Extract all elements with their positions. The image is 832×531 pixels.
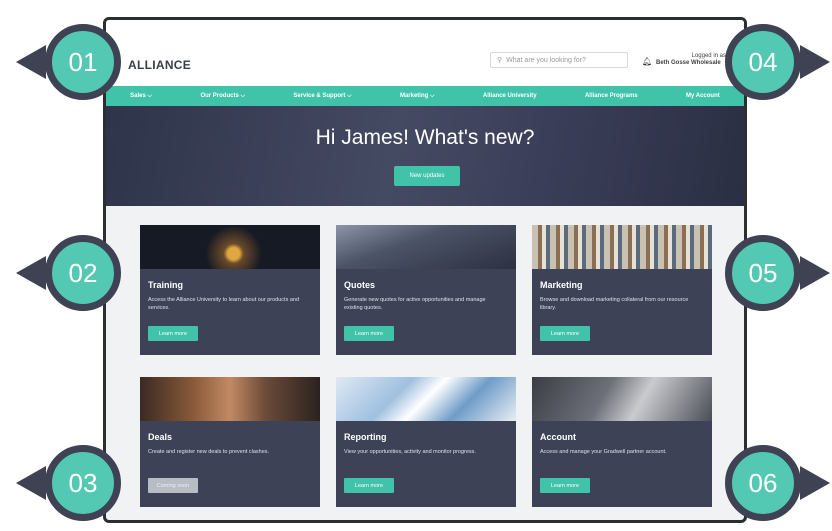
callout-number: 01 [45,24,121,100]
callout-number: 05 [725,235,801,311]
card-desc: Create and register new deals to prevent… [148,449,270,455]
nav-item-sales[interactable]: Sales ⌵ [130,93,152,100]
search-input[interactable]: ⚲ What are you looking for? [490,52,628,68]
callout-05: 05 [718,228,830,318]
card-desc: Generate new quotes for active opportuni… [344,297,486,311]
card-title: Marketing [540,280,583,290]
card-marketing: Marketing Browse and download marketing … [532,225,712,355]
callout-arrow-left-icon [16,466,46,500]
callout-number: 06 [725,445,801,521]
callout-arrow-right-icon [800,45,830,79]
card-title: Quotes [344,280,376,290]
main-nav: Sales ⌵ Our Products ⌵ Service & Support… [106,86,744,106]
calculator-image [336,225,516,269]
card-desc: Browse and download marketing collateral… [540,297,689,311]
search-placeholder: What are you looking for? [506,56,586,64]
callout-number: 02 [45,235,121,311]
learn-more-button[interactable]: Learn more [344,326,394,341]
card-training: Training Access the Alliance University … [140,225,320,355]
alliance-logo[interactable]: ALLIANCE [128,58,191,72]
card-title: Reporting [344,432,387,442]
learn-more-button[interactable]: Learn more [540,326,590,341]
card-account: Account Access and manage your Gradwell … [532,377,712,507]
browser-frame: ALLIANCE ⚲ What are you looking for? 🔔︎ … [103,17,747,523]
card-title: Training [148,280,184,290]
bell-icon[interactable]: 🔔︎ [642,57,652,66]
nav-item-marketing[interactable]: Marketing ⌵ [400,93,435,100]
top-bar: ALLIANCE ⚲ What are you looking for? 🔔︎ … [106,20,744,86]
team-hands-image [140,377,320,421]
card-quotes: Quotes Generate new quotes for active op… [336,225,516,355]
callout-arrow-right-icon [800,466,830,500]
card-deals: Deals Create and register new deals to p… [140,377,320,507]
card-reporting: Reporting View your opportunities, activ… [336,377,516,507]
callout-03: 03 [16,438,128,528]
callout-arrow-left-icon [16,256,46,290]
card-title: Account [540,432,576,442]
callout-01: 01 [16,17,128,107]
card-desc: Access and manage your Gradwell partner … [540,449,667,455]
hero-title: Hi James! What's new? [315,126,535,149]
coming-soon-button[interactable]: Coming soon [148,478,198,493]
callout-arrow-left-icon [16,45,46,79]
laptop-image [532,377,712,421]
callout-number: 03 [45,445,121,521]
callout-02: 02 [16,228,128,318]
hero-banner [106,106,744,206]
nav-item-my-account[interactable]: My Account [686,93,720,99]
lamp-image [140,225,320,269]
card-title: Deals [148,432,173,442]
nav-item-service-support[interactable]: Service & Support ⌵ [293,93,351,100]
new-updates-button[interactable]: New updates [394,166,460,186]
card-desc: Access the Alliance University to learn … [148,297,300,311]
learn-more-button[interactable]: Learn more [344,478,394,493]
search-icon: ⚲ [497,57,503,64]
learn-more-button[interactable]: Learn more [148,326,198,341]
callout-04: 04 [718,17,830,107]
callout-number: 04 [725,24,801,100]
callout-06: 06 [718,438,830,528]
callout-arrow-right-icon [800,256,830,290]
card-desc: View your opportunities, activity and mo… [344,449,476,455]
learn-more-button[interactable]: Learn more [540,478,590,493]
nav-item-our-products[interactable]: Our Products ⌵ [200,93,245,100]
charts-image [336,377,516,421]
nav-item-alliance-programs[interactable]: Alliance Programs [585,93,638,99]
books-image [532,225,712,269]
nav-item-alliance-university[interactable]: Alliance University [483,93,537,99]
